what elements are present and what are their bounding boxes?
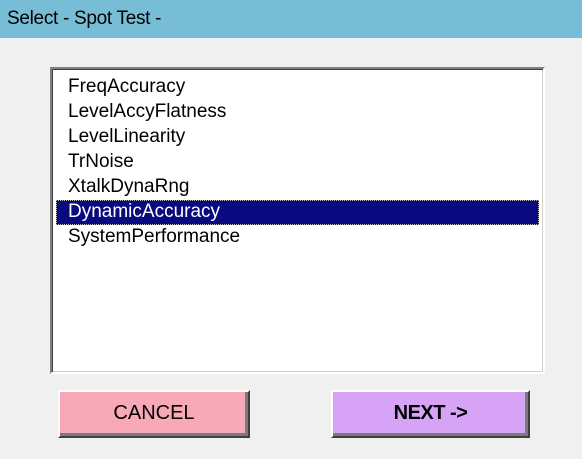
list-item-system-performance[interactable]: SystemPerformance <box>56 225 539 250</box>
list-item-tr-noise[interactable]: TrNoise <box>56 150 539 175</box>
spot-test-dialog: Select - Spot Test - FreqAccuracy LevelA… <box>0 0 582 459</box>
cancel-button[interactable]: CANCEL <box>58 390 250 438</box>
spot-test-listbox[interactable]: FreqAccuracy LevelAccyFlatness LevelLine… <box>50 67 545 374</box>
list-item-level-accy-flatness[interactable]: LevelAccyFlatness <box>56 100 539 125</box>
list-item-freq-accuracy[interactable]: FreqAccuracy <box>56 75 539 100</box>
list-item-level-linearity[interactable]: LevelLinearity <box>56 125 539 150</box>
list-item-dynamic-accuracy[interactable]: DynamicAccuracy <box>56 200 539 225</box>
next-button[interactable]: NEXT -> <box>331 390 530 438</box>
list-item-xtalk-dyna-rng[interactable]: XtalkDynaRng <box>56 175 539 200</box>
dialog-title: Select - Spot Test - <box>0 0 582 38</box>
